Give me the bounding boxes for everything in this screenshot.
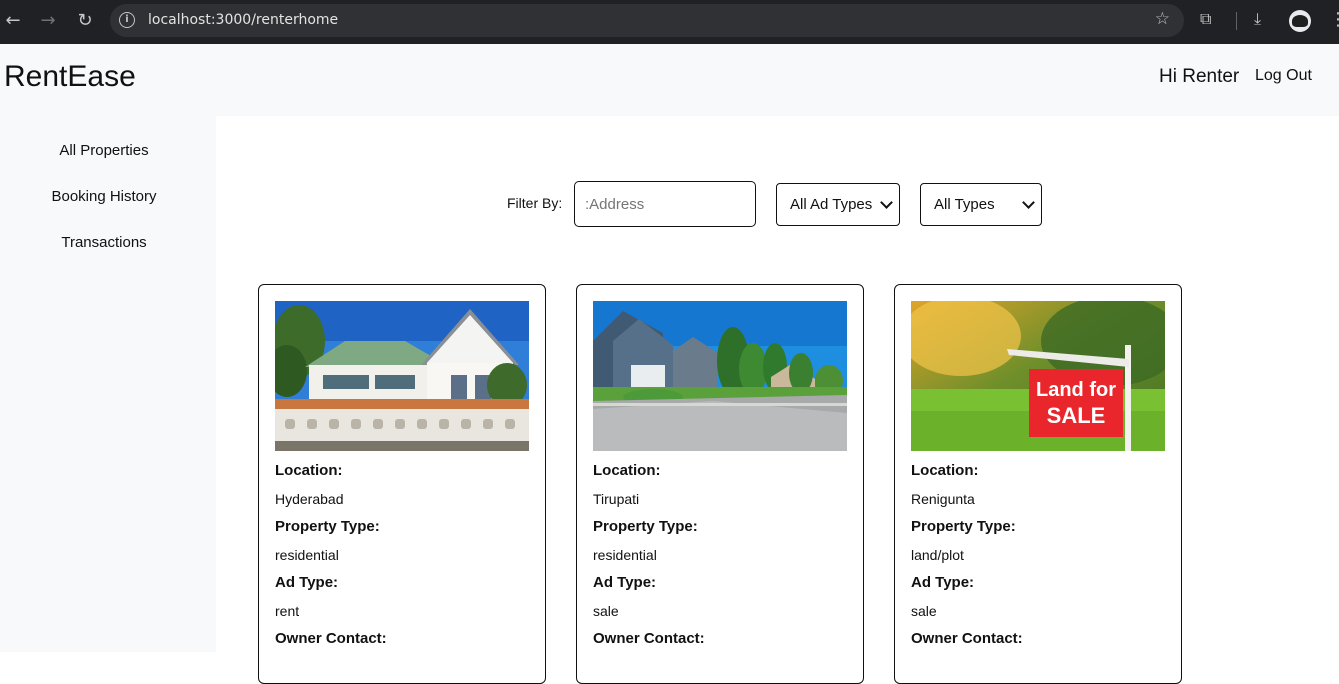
sidebar-item-transactions[interactable]: Transactions [0, 234, 208, 251]
ad-type-label: Ad Type: [593, 574, 657, 591]
menu-kebab-icon[interactable]: ⋮ [1329, 9, 1339, 30]
filter-label: Filter By: [507, 195, 563, 211]
chevron-down-icon [880, 196, 893, 209]
owner-contact-label: Owner Contact: [593, 630, 705, 647]
property-type-select-value: All Types [934, 196, 995, 213]
sign-text-line2: SALE [1047, 403, 1106, 428]
back-arrow-icon[interactable]: ← [0, 8, 26, 34]
property-photo: Land for SALE [911, 301, 1165, 451]
location-value: Tirupati [593, 491, 640, 507]
property-card[interactable]: Location: Hyderabad Property Type: resid… [258, 284, 546, 684]
ad-type-label: Ad Type: [275, 574, 339, 591]
sign-text-line1: Land for [1036, 379, 1116, 401]
property-type-label: Property Type: [911, 518, 1016, 535]
ad-type-label: Ad Type: [911, 574, 975, 591]
brand-logo[interactable]: RentEase [4, 60, 136, 94]
ad-type-select-value: All Ad Types [790, 196, 873, 213]
address-bar[interactable]: i localhost:3000/renterhome ☆ [110, 4, 1184, 37]
chevron-down-icon [1022, 196, 1035, 209]
address-filter-input[interactable] [574, 181, 756, 227]
property-type-value: land/plot [911, 547, 964, 563]
ad-type-value: sale [911, 603, 937, 619]
property-photo [593, 301, 847, 451]
browser-toolbar: ← → ↻ i localhost:3000/renterhome ☆ ⧉ ⤓ … [0, 0, 1339, 44]
property-card[interactable]: Land for SALE Location: Renigunta Proper… [894, 284, 1182, 684]
ad-type-value: sale [593, 603, 619, 619]
property-type-label: Property Type: [593, 518, 698, 535]
site-info-icon[interactable]: i [119, 12, 135, 28]
property-type-value: residential [275, 547, 339, 563]
location-value: Hyderabad [275, 491, 344, 507]
property-card[interactable]: Location: Tirupati Property Type: reside… [576, 284, 864, 684]
location-label: Location: [911, 462, 979, 479]
ad-type-select[interactable]: All Ad Types [776, 183, 900, 226]
location-label: Location: [593, 462, 661, 479]
ad-type-value: rent [275, 603, 300, 619]
logout-link[interactable]: Log Out [1255, 67, 1312, 85]
reload-icon[interactable]: ↻ [72, 8, 98, 34]
owner-contact-label: Owner Contact: [275, 630, 387, 647]
download-icon[interactable]: ⤓ [1254, 9, 1261, 29]
toolbar-divider [1236, 12, 1237, 30]
property-photo [275, 301, 529, 451]
sidebar-item-all-properties[interactable]: All Properties [0, 142, 208, 159]
location-value: Renigunta [911, 491, 975, 507]
greeting-text: Hi Renter [1159, 66, 1240, 87]
profile-avatar[interactable] [1289, 10, 1311, 32]
location-label: Location: [275, 462, 343, 479]
sidebar-item-booking-history[interactable]: Booking History [0, 188, 208, 205]
property-type-select[interactable]: All Types [920, 183, 1042, 226]
property-type-label: Property Type: [275, 518, 380, 535]
property-type-value: residential [593, 547, 657, 563]
sidebar: All Properties Booking History Transacti… [0, 116, 216, 652]
extensions-icon[interactable]: ⧉ [1200, 9, 1211, 29]
url-text[interactable]: localhost:3000/renterhome [148, 12, 338, 28]
owner-contact-label: Owner Contact: [911, 630, 1023, 647]
forward-arrow-icon[interactable]: → [35, 8, 61, 34]
app-header: RentEase Hi Renter Log Out [0, 44, 1339, 116]
bookmark-star-icon[interactable]: ☆ [1155, 9, 1170, 29]
